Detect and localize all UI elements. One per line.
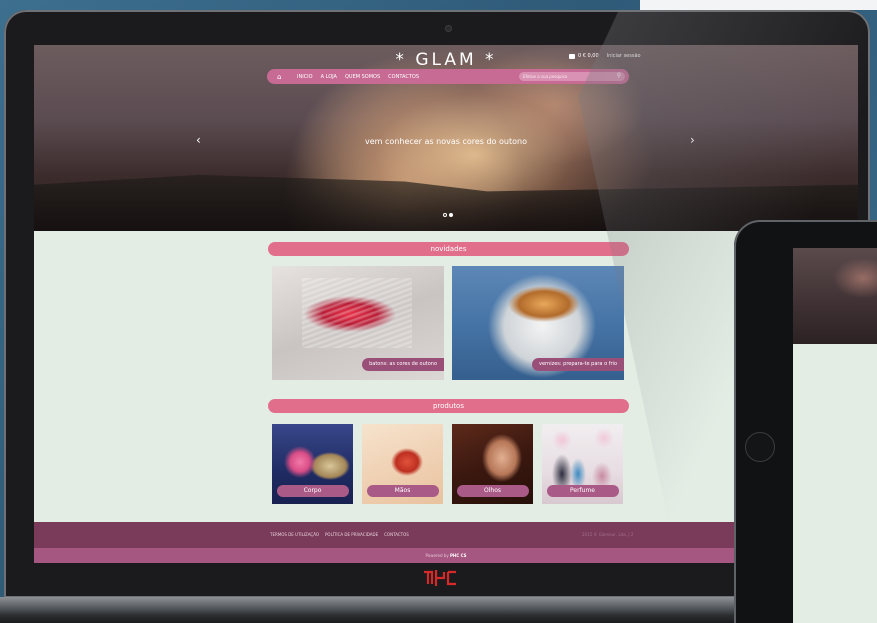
cart-widget[interactable]: 0 € 0,00 Iniciar sessão [569, 50, 641, 62]
product-card-label[interactable]: Corpo [276, 485, 349, 497]
hero-banner: * GLAM * 0 € 0,00 Iniciar sessão ⌂ INICI… [34, 45, 858, 231]
camera-icon [445, 25, 452, 32]
site-logo[interactable]: * GLAM * [34, 50, 858, 70]
section-title-produtos: produtos [268, 399, 629, 413]
news-card-vernizes[interactable]: vernizes: prepara-te para o frio [452, 266, 624, 380]
hero-landscape [34, 174, 858, 231]
tablet-screen [793, 248, 877, 623]
carousel-dot-2[interactable] [449, 213, 453, 217]
cart-icon[interactable] [569, 53, 575, 59]
product-card-label[interactable]: Perfume [546, 485, 619, 497]
carousel-dot-1[interactable] [443, 213, 447, 217]
home-icon[interactable]: ⌂ [277, 73, 289, 81]
hero-caption: vem conhecer as novas cores do outono [365, 137, 527, 146]
footer-link-termos[interactable]: TERMOS DE UTILIZAÇÃO [270, 532, 319, 537]
footer-link-contactos[interactable]: CONTACTOS [384, 532, 409, 537]
nav-item-a-loja[interactable]: A LOJA [321, 74, 337, 80]
nav-item-inicio[interactable]: INICIO [297, 74, 313, 80]
phc-logo [424, 570, 456, 586]
hair-strands [302, 278, 412, 348]
laptop-base [0, 597, 760, 623]
section-title-novidades: novidades [268, 242, 629, 256]
powered-brand[interactable]: PHC CS [450, 553, 467, 558]
footer-copyright: 2015 © Glamour, Lda. | 2 [582, 532, 634, 537]
news-card-batons[interactable]: batons: as cores de outono [272, 266, 444, 380]
search-icon[interactable]: ⚲ [617, 72, 621, 79]
login-link[interactable]: Iniciar sessão [607, 53, 641, 59]
news-card-label[interactable]: batons: as cores de outono [362, 358, 444, 371]
search-box: ⚲ [519, 72, 625, 81]
product-card-label[interactable]: Mãos [366, 485, 439, 497]
carousel-dots [443, 213, 453, 217]
nav-item-quem-somos[interactable]: QUEM SOMOS [345, 74, 380, 80]
tablet-hero-banner [793, 248, 877, 344]
product-card-olhos[interactable]: Olhos [452, 424, 533, 504]
product-card-maos[interactable]: Mãos [362, 424, 443, 504]
footer-link-privacidade[interactable]: POLÍTICA DE PRIVACIDADE [325, 532, 378, 537]
main-navbar: ⌂ INICIO A LOJA QUEM SOMOS CONTACTOS ⚲ [267, 69, 629, 84]
footer-links: TERMOS DE UTILIZAÇÃO POLÍTICA DE PRIVACI… [270, 532, 409, 537]
nav-item-contactos[interactable]: CONTACTOS [388, 74, 419, 80]
background-corner [640, 0, 877, 10]
product-card-label[interactable]: Olhos [456, 485, 529, 497]
product-card-corpo[interactable]: Corpo [272, 424, 353, 504]
search-input[interactable] [523, 74, 613, 79]
cart-total[interactable]: 0 € 0,00 [578, 53, 599, 59]
news-card-label[interactable]: vernizes: prepara-te para o frio [532, 358, 624, 371]
product-card-perfume[interactable]: Perfume [542, 424, 623, 504]
tablet-home-button [745, 432, 775, 462]
powered-prefix: Powered by [425, 553, 449, 558]
